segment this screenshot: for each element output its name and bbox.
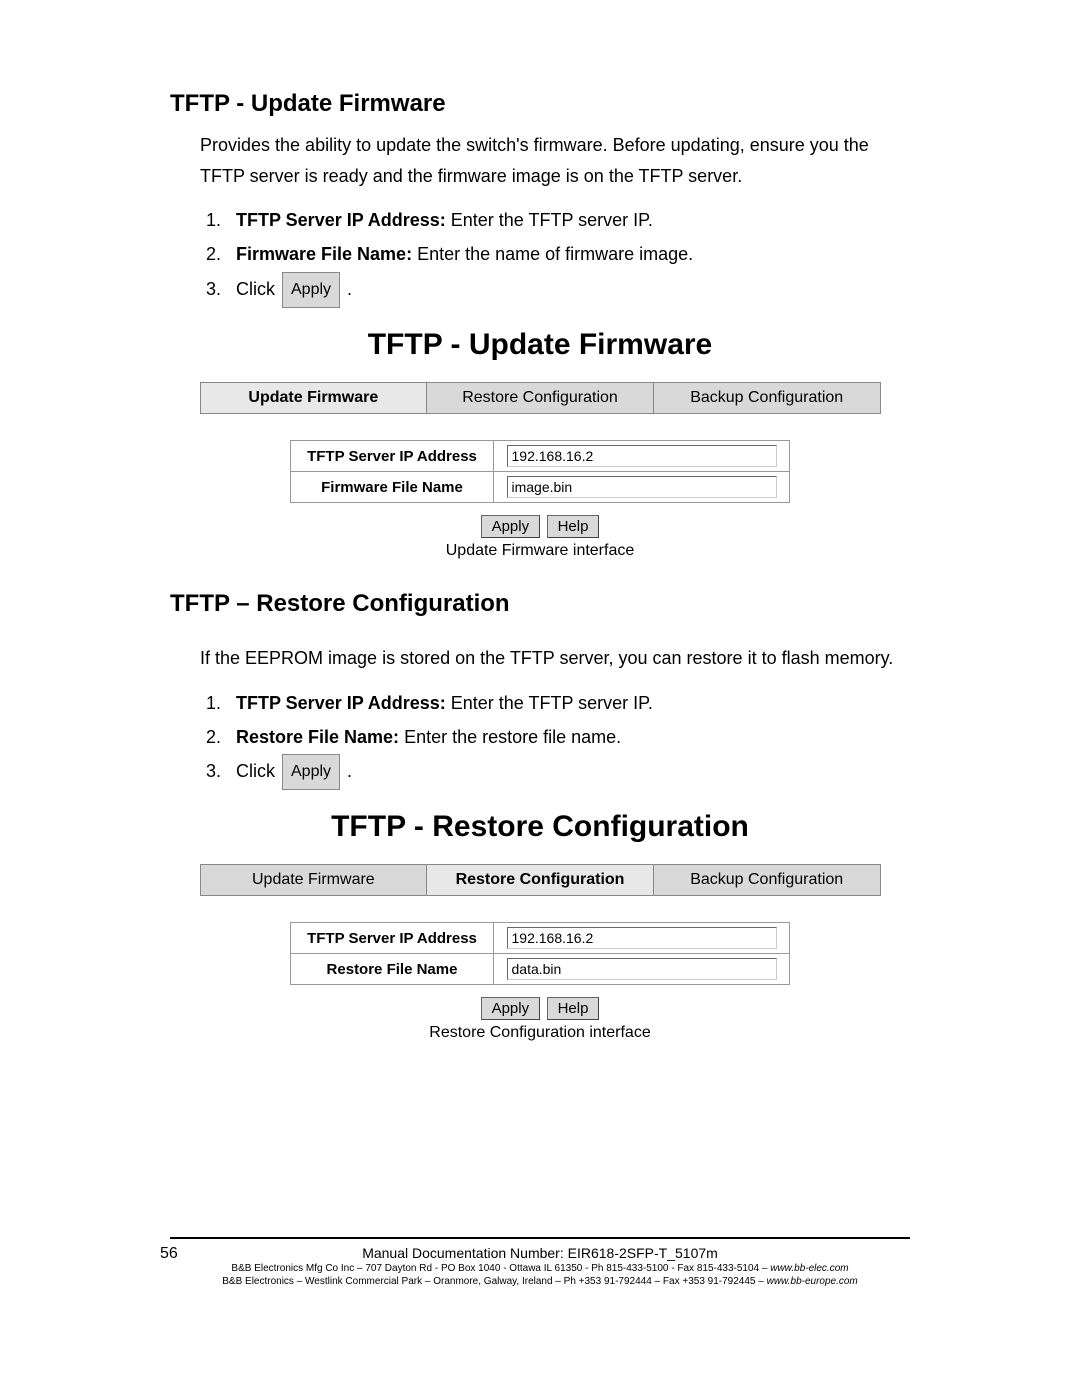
- steps-update-firmware: TFTP Server IP Address: Enter the TFTP s…: [200, 203, 910, 308]
- input-firmware-file[interactable]: [507, 476, 777, 498]
- figure-caption: Update Firmware interface: [170, 542, 910, 560]
- input-restore-file[interactable]: [507, 958, 777, 980]
- figure-caption: Restore Configuration interface: [170, 1024, 910, 1042]
- tab-update-firmware[interactable]: Update Firmware: [201, 865, 428, 896]
- figure-title: TFTP - Update Firmware: [170, 328, 910, 362]
- apply-button[interactable]: Apply: [481, 997, 541, 1020]
- form-update-firmware: TFTP Server IP Address Firmware File Nam…: [290, 440, 790, 503]
- tab-bar: Update Firmware Restore Configuration Ba…: [200, 382, 881, 414]
- step-3: Click Apply .: [226, 754, 910, 790]
- step-2: Firmware File Name: Enter the name of fi…: [226, 237, 910, 271]
- input-tftp-ip[interactable]: [507, 927, 777, 949]
- label-firmware-file: Firmware File Name: [291, 472, 494, 503]
- heading-update-firmware: TFTP - Update Firmware: [170, 90, 910, 118]
- tab-backup-configuration[interactable]: Backup Configuration: [654, 865, 881, 896]
- step-3: Click Apply .: [226, 272, 910, 308]
- page-number: 56: [160, 1245, 178, 1263]
- tab-bar: Update Firmware Restore Configuration Ba…: [200, 864, 881, 896]
- step-2: Restore File Name: Enter the restore fil…: [226, 720, 910, 754]
- tab-update-firmware[interactable]: Update Firmware: [201, 383, 428, 414]
- figure-title: TFTP - Restore Configuration: [170, 810, 910, 844]
- page-footer: 56 Manual Documentation Number: EIR618-2…: [170, 1237, 910, 1287]
- figure-update-firmware: TFTP - Update Firmware Update Firmware R…: [170, 328, 910, 560]
- help-button[interactable]: Help: [547, 515, 600, 538]
- heading-restore-config: TFTP – Restore Configuration: [170, 590, 910, 618]
- tab-backup-configuration[interactable]: Backup Configuration: [654, 383, 881, 414]
- apply-button-inline[interactable]: Apply: [282, 272, 340, 308]
- tab-restore-configuration[interactable]: Restore Configuration: [427, 383, 654, 414]
- tab-restore-configuration[interactable]: Restore Configuration: [427, 865, 654, 896]
- input-tftp-ip[interactable]: [507, 445, 777, 467]
- steps-restore-config: TFTP Server IP Address: Enter the TFTP s…: [200, 686, 910, 791]
- intro-restore-config: If the EEPROM image is stored on the TFT…: [200, 643, 910, 674]
- label-tftp-ip: TFTP Server IP Address: [291, 441, 494, 472]
- apply-button-inline[interactable]: Apply: [282, 754, 340, 790]
- label-tftp-ip: TFTP Server IP Address: [291, 923, 494, 954]
- label-restore-file: Restore File Name: [291, 954, 494, 985]
- help-button[interactable]: Help: [547, 997, 600, 1020]
- doc-number: Manual Documentation Number: EIR618-2SFP…: [362, 1245, 718, 1261]
- apply-button[interactable]: Apply: [481, 515, 541, 538]
- step-1: TFTP Server IP Address: Enter the TFTP s…: [226, 686, 910, 720]
- form-restore-config: TFTP Server IP Address Restore File Name: [290, 922, 790, 985]
- figure-restore-config: TFTP - Restore Configuration Update Firm…: [170, 810, 910, 1042]
- intro-update-firmware: Provides the ability to update the switc…: [200, 130, 910, 191]
- step-1: TFTP Server IP Address: Enter the TFTP s…: [226, 203, 910, 237]
